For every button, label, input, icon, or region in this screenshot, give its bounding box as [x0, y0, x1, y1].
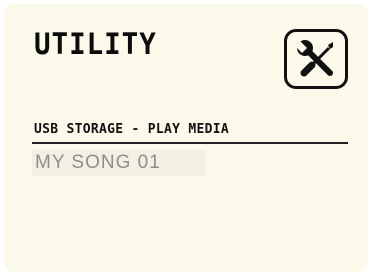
section-divider: [32, 142, 348, 144]
page-title: UTILITY: [34, 27, 157, 61]
utility-screen: UTILITY USB STORAGE - PLAY MEDIA MY SONG…: [4, 4, 368, 272]
wrench-screwdriver-icon: [294, 40, 333, 77]
media-list-item[interactable]: MY SONG 01: [32, 150, 206, 176]
tools-icon: [284, 29, 348, 89]
section-label: USB STORAGE - PLAY MEDIA: [34, 122, 230, 137]
media-item-label: MY SONG 01: [35, 152, 161, 173]
